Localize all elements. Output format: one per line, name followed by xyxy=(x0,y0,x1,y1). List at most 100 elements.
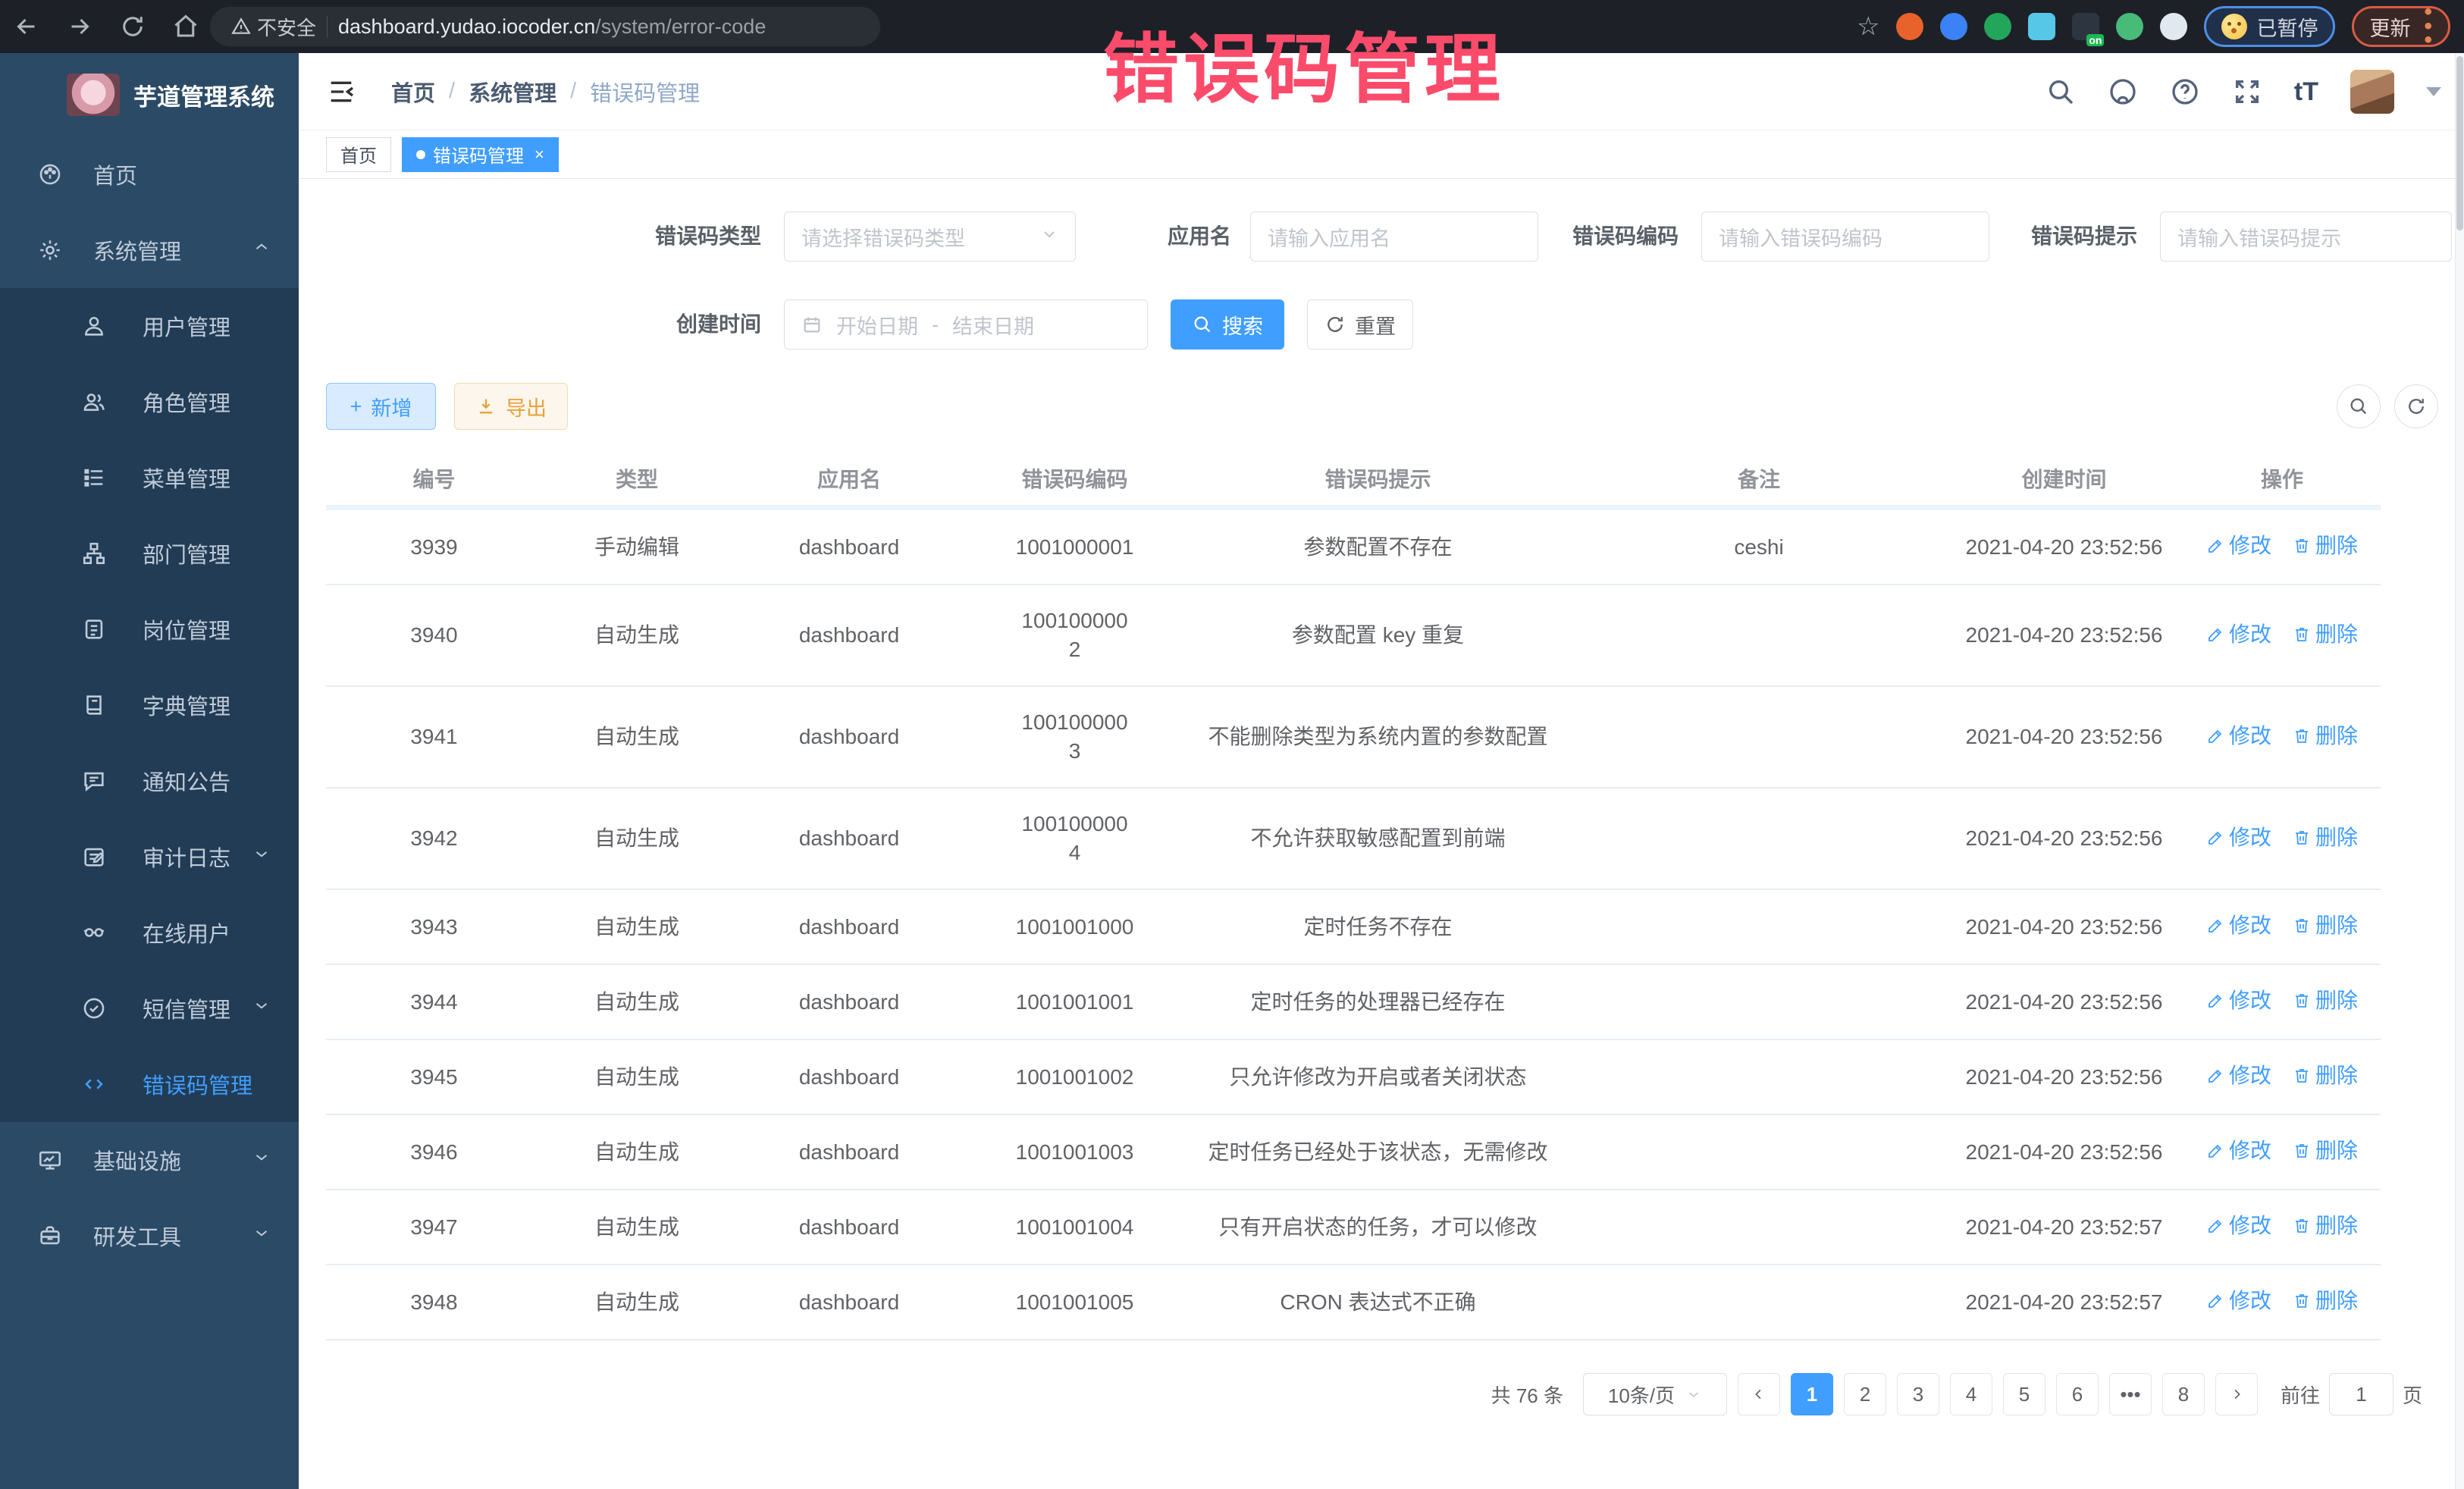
export-button[interactable]: 导出 xyxy=(454,383,568,430)
filter-app-input[interactable]: 请输入应用名 xyxy=(1250,212,1538,262)
browser-update-button[interactable]: 更新 ••• xyxy=(2352,6,2450,47)
edit-link[interactable]: 修改 xyxy=(2206,1136,2271,1165)
table-row[interactable]: 3948自动生成dashboard1001001005CRON 表达式不正确20… xyxy=(326,1265,2381,1340)
sidebar-item-9[interactable]: 审计日志 xyxy=(0,819,299,895)
edit-link[interactable]: 修改 xyxy=(2206,722,2271,751)
fullscreen-icon[interactable] xyxy=(2232,77,2262,107)
security-warning-icon[interactable]: 不安全 xyxy=(231,13,316,41)
sidebar-item-5[interactable]: 部门管理 xyxy=(0,516,299,591)
delete-link[interactable]: 删除 xyxy=(2293,911,2358,940)
sidebar-item-7[interactable]: 字典管理 xyxy=(0,667,299,743)
page-url[interactable]: dashboard.yudao.iocoder.cn/system/error-… xyxy=(338,15,766,39)
browser-menu-icon[interactable]: ••• xyxy=(2424,5,2433,48)
delete-link[interactable]: 删除 xyxy=(2293,1061,2358,1090)
person-extension-icon[interactable] xyxy=(2116,13,2143,40)
sidebar-item-1[interactable]: 系统管理 xyxy=(0,212,299,288)
delete-link[interactable]: 删除 xyxy=(2293,986,2358,1015)
tag-close-icon[interactable]: × xyxy=(534,145,544,165)
edit-link[interactable]: 修改 xyxy=(2206,1212,2271,1240)
sidebar-item-13[interactable]: 基础设施 xyxy=(0,1122,299,1198)
app-logo-row[interactable]: 芋道管理系统 xyxy=(0,53,299,136)
browser-forward-icon[interactable] xyxy=(53,0,106,53)
table-row[interactable]: 3942自动生成dashboard1001000004不允许获取敏感配置到前端2… xyxy=(326,788,2381,890)
delete-link[interactable]: 删除 xyxy=(2293,722,2358,751)
sidebar-item-3[interactable]: 角色管理 xyxy=(0,364,299,440)
table-row[interactable]: 3946自动生成dashboard1001001003定时任务已经处于该状态，无… xyxy=(326,1115,2381,1190)
sidebar-item-6[interactable]: 岗位管理 xyxy=(0,591,299,667)
add-button[interactable]: + 新增 xyxy=(326,383,436,430)
delete-link[interactable]: 删除 xyxy=(2293,1136,2358,1165)
switch-extension-icon[interactable]: on xyxy=(2072,13,2099,40)
filter-date-range[interactable]: 开始日期 - 结束日期 xyxy=(784,299,1148,350)
page-size-select[interactable]: 10条/页 xyxy=(1583,1373,1727,1415)
browser-home-icon[interactable] xyxy=(159,0,212,53)
sidebar-item-12[interactable]: 错误码管理 xyxy=(0,1046,299,1122)
table-row[interactable]: 3940自动生成dashboard1001000002参数配置 key 重复20… xyxy=(326,585,2381,687)
filter-type-select[interactable]: 请选择错误码类型 xyxy=(784,212,1076,262)
sidebar-item-0[interactable]: 首页 xyxy=(0,136,299,212)
v-extension-icon[interactable] xyxy=(1984,13,2011,40)
sidebar-item-10[interactable]: 在线用户 xyxy=(0,895,299,970)
table-row[interactable]: 3941自动生成dashboard1001000003不能删除类型为系统内置的参… xyxy=(326,687,2381,788)
gem-extension-icon[interactable] xyxy=(1940,13,1967,40)
sidebar-item-2[interactable]: 用户管理 xyxy=(0,288,299,364)
edit-link[interactable]: 修改 xyxy=(2206,620,2271,649)
delete-link[interactable]: 删除 xyxy=(2293,620,2358,649)
table-row[interactable]: 3944自动生成dashboard1001001001定时任务的处理器已经存在2… xyxy=(326,965,2381,1040)
reset-button[interactable]: 重置 xyxy=(1307,299,1413,350)
page-button-5[interactable]: 5 xyxy=(2003,1373,2045,1415)
table-row[interactable]: 3943自动生成dashboard1001001000定时任务不存在2021-0… xyxy=(326,890,2381,965)
user-menu-caret-icon[interactable] xyxy=(2426,87,2441,96)
tag-error-code[interactable]: 错误码管理 × xyxy=(402,137,559,172)
edit-link[interactable]: 修改 xyxy=(2206,1287,2271,1315)
table-row[interactable]: 3947自动生成dashboard1001001004只有开启状态的任务，才可以… xyxy=(326,1190,2381,1265)
page-button-8[interactable]: 8 xyxy=(2162,1373,2205,1415)
search-button[interactable]: 搜索 xyxy=(1171,299,1284,350)
filter-hint-input[interactable]: 请输入错误码提示 xyxy=(2160,212,2452,262)
filter-code-input[interactable]: 请输入错误码编码 xyxy=(1701,212,1989,262)
table-row[interactable]: 3945自动生成dashboard1001001002只允许修改为开启或者关闭状… xyxy=(326,1040,2381,1115)
page-button-2[interactable]: 2 xyxy=(1844,1373,1886,1415)
sidebar-item-11[interactable]: 短信管理 xyxy=(0,970,299,1046)
github-icon[interactable] xyxy=(2108,77,2138,107)
edit-link[interactable]: 修改 xyxy=(2206,1061,2271,1090)
address-bar[interactable]: 不安全 dashboard.yudao.iocoder.cn/system/er… xyxy=(210,7,880,46)
table-row[interactable]: 3939手动编辑dashboard1001000001参数配置不存在ceshi2… xyxy=(326,510,2381,585)
prev-page-button[interactable] xyxy=(1738,1373,1780,1415)
sidebar-collapse-icon[interactable] xyxy=(326,75,359,108)
page-button-3[interactable]: 3 xyxy=(1897,1373,1939,1415)
bookmark-star-icon[interactable]: ☆ xyxy=(1857,11,1879,42)
delete-link[interactable]: 删除 xyxy=(2293,1287,2358,1315)
page-ellipsis[interactable]: ••• xyxy=(2109,1373,2152,1415)
page-button-6[interactable]: 6 xyxy=(2056,1373,2099,1415)
edit-link[interactable]: 修改 xyxy=(2206,531,2271,560)
scrollbar-thumb[interactable] xyxy=(2456,56,2463,230)
paused-extension-badge[interactable]: 已暂停 xyxy=(2204,6,2335,47)
edit-link[interactable]: 修改 xyxy=(2206,823,2271,852)
delete-link[interactable]: 删除 xyxy=(2293,1212,2358,1240)
search-icon[interactable] xyxy=(2045,77,2076,107)
help-icon[interactable] xyxy=(2170,77,2200,107)
grid-extension-icon[interactable] xyxy=(2028,13,2055,40)
breadcrumb-home[interactable]: 首页 xyxy=(391,76,435,108)
browser-back-icon[interactable] xyxy=(0,0,53,53)
edit-link[interactable]: 修改 xyxy=(2206,986,2271,1015)
font-size-icon[interactable]: tT xyxy=(2294,77,2318,107)
page-button-4[interactable]: 4 xyxy=(1950,1373,1992,1415)
page-scrollbar[interactable] xyxy=(2455,53,2464,1489)
delete-link[interactable]: 删除 xyxy=(2293,531,2358,560)
puzzle-extension-icon[interactable] xyxy=(2160,13,2187,40)
breadcrumb-system[interactable]: 系统管理 xyxy=(469,76,556,108)
user-avatar[interactable] xyxy=(2350,70,2394,114)
sidebar-item-4[interactable]: 菜单管理 xyxy=(0,440,299,516)
tag-home[interactable]: 首页 xyxy=(326,137,391,172)
next-page-button[interactable] xyxy=(2215,1373,2258,1415)
ubuntu-extension-icon[interactable] xyxy=(1896,13,1923,40)
delete-link[interactable]: 删除 xyxy=(2293,823,2358,852)
page-button-1[interactable]: 1 xyxy=(1791,1373,1833,1415)
goto-page-input[interactable]: 1 xyxy=(2329,1373,2393,1415)
edit-link[interactable]: 修改 xyxy=(2206,911,2271,940)
browser-reload-icon[interactable] xyxy=(106,0,159,53)
sidebar-item-14[interactable]: 研发工具 xyxy=(0,1198,299,1274)
show-search-toggle-button[interactable] xyxy=(2337,384,2381,428)
